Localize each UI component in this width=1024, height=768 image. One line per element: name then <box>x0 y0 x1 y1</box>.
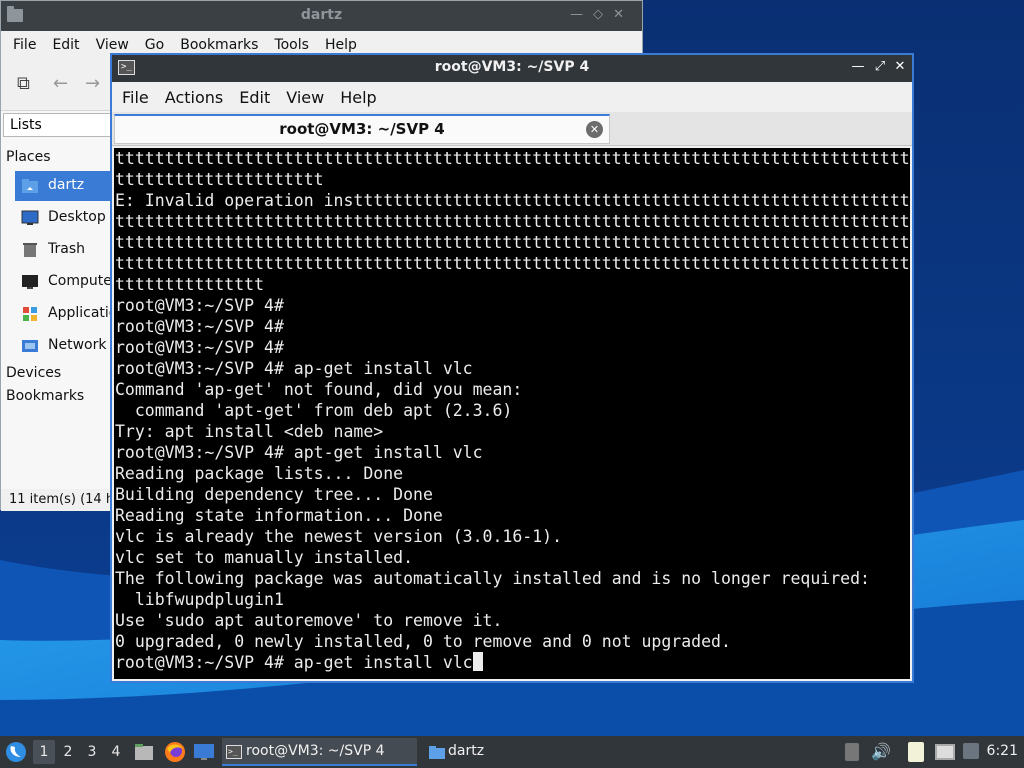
forward-arrow-icon[interactable]: → <box>85 73 100 94</box>
terminal-icon: >_ <box>226 745 242 759</box>
terminal-line: root@VM3:~/SVP 4# ap-get install vlc <box>115 359 473 378</box>
terminal-line: Try: apt install <deb name> <box>115 422 384 441</box>
menu-actions[interactable]: Actions <box>157 82 231 112</box>
terminal-line: Use 'sudo apt autoremove' to remove it. <box>115 611 503 630</box>
terminal-line: Reading state information... Done <box>115 506 443 525</box>
task-terminal[interactable]: >_ root@VM3: ~/SVP 4 <box>222 738 417 766</box>
network-icon <box>22 340 38 352</box>
menu-file[interactable]: File <box>114 82 157 112</box>
terminal-line: command 'apt-get' from deb apt (2.3.6) <box>115 401 513 420</box>
place-item-desktop[interactable]: Desktop <box>15 203 115 233</box>
bookmarks-header: Bookmarks <box>6 388 85 404</box>
terminal-line: tttttttttttttttttttttttttttttttttttttttt… <box>115 149 910 168</box>
status-bar: 11 item(s) (14 h <box>1 489 113 511</box>
terminal-output[interactable]: tttttttttttttttttttttttttttttttttttttttt… <box>114 148 910 679</box>
trash-icon <box>23 243 37 257</box>
terminal-lines: tttttttttttttttttttttttttttttttttttttttt… <box>114 148 910 673</box>
show-desktop-icon[interactable] <box>193 743 215 761</box>
minimize-button[interactable]: — <box>850 59 866 75</box>
terminal-titlebar[interactable]: >_ root@VM3: ~/SVP 4 — ⤢ ✕ <box>112 55 912 82</box>
terminal-line: tttttttttttttttttttttttttttttttttttttttt… <box>115 254 910 273</box>
terminal-line: ttttttttttttttttttttt <box>115 170 324 189</box>
text-cursor <box>472 652 483 671</box>
place-label: Desktop <box>48 209 106 225</box>
place-item-dartz[interactable]: dartz <box>15 171 115 201</box>
place-label: Applications <box>48 305 115 321</box>
devices-header: Devices <box>6 365 62 381</box>
terminal-line: Building dependency tree... Done <box>115 485 433 504</box>
place-item-computer[interactable]: Computer <box>15 267 115 297</box>
menu-view[interactable]: View <box>278 82 332 112</box>
terminal-line: tttttttttttttttttttttttttttttttttttttttt… <box>115 233 910 252</box>
terminal-line: root@VM3:~/SVP 4# <box>115 317 284 336</box>
place-item-network[interactable]: Network <box>15 331 115 361</box>
workspace-2[interactable]: 2 <box>57 740 79 764</box>
taskbar: 1 2 3 4 >_ root@VM3: ~/SVP 4 dartz 🔊 6:2… <box>0 736 1024 768</box>
workspace-3[interactable]: 3 <box>81 740 103 764</box>
close-button[interactable]: ✕ <box>892 59 908 75</box>
terminal-menubar: File Actions Edit View Help <box>112 82 912 112</box>
place-label: Computer <box>48 273 115 289</box>
volume-icon[interactable]: 🔊 <box>871 742 891 761</box>
place-label: Network <box>48 337 107 353</box>
terminal-line: Command 'ap-get' not found, did you mean… <box>115 380 523 399</box>
maximize-button[interactable]: ⤢ <box>872 59 888 75</box>
terminal-prompt-line[interactable]: root@VM3:~/SVP 4# ap-get install vlc <box>115 653 473 672</box>
menu-edit[interactable]: Edit <box>44 31 87 59</box>
firefox-icon[interactable] <box>164 741 186 763</box>
terminal-tab[interactable]: root@VM3: ~/SVP 4 ✕ <box>114 114 610 144</box>
terminal-line: root@VM3:~/SVP 4# <box>115 338 284 357</box>
terminal-line: 0 upgraded, 0 newly installed, 0 to remo… <box>115 632 731 651</box>
place-item-applications[interactable]: Applications <box>15 299 115 329</box>
menu-file[interactable]: File <box>5 31 44 59</box>
terminal-line: vlc is already the newest version (3.0.1… <box>115 527 563 546</box>
terminal-line: root@VM3:~/SVP 4# apt-get install vlc <box>115 443 483 462</box>
desktop-icon <box>21 210 39 225</box>
place-label: Trash <box>48 241 85 257</box>
places-header: Places <box>6 149 51 165</box>
clock[interactable]: 6:21 <box>987 743 1018 759</box>
task-label: dartz <box>448 743 485 759</box>
terminal-tab-label: root@VM3: ~/SVP 4 <box>279 120 445 138</box>
terminal-line: vlc set to manually installed. <box>115 548 414 567</box>
terminal-line: E: Invalid operation instttttttttttttttt… <box>115 191 910 210</box>
new-tab-icon[interactable]: ⧉ <box>17 73 30 94</box>
terminal-line: tttttttttttttttttttttttttttttttttttttttt… <box>115 212 910 231</box>
task-file-manager[interactable]: dartz <box>424 738 619 766</box>
file-manager-launcher-icon[interactable] <box>134 742 154 762</box>
folder-icon <box>429 746 445 759</box>
notifications-icon[interactable] <box>963 743 979 759</box>
close-tab-icon[interactable]: ✕ <box>586 121 603 138</box>
side-pane: Lists Places dartz Desktop Trash Compute… <box>1 111 115 489</box>
removable-drive-icon[interactable] <box>845 743 859 761</box>
task-label: root@VM3: ~/SVP 4 <box>246 743 385 759</box>
window-buttons[interactable]: —◇✕ <box>570 7 634 22</box>
terminal-tabbar: root@VM3: ~/SVP 4 ✕ <box>112 112 912 146</box>
side-pane-mode-select[interactable]: Lists <box>3 113 115 137</box>
terminal-line: root@VM3:~/SVP 4# <box>115 296 284 315</box>
terminal-line: The following package was automatically … <box>115 569 870 588</box>
place-label: dartz <box>48 177 85 193</box>
menu-help[interactable]: Help <box>332 82 384 112</box>
terminal-window: >_ root@VM3: ~/SVP 4 — ⤢ ✕ File Actions … <box>110 53 914 683</box>
menu-edit[interactable]: Edit <box>231 82 278 112</box>
terminal-title: root@VM3: ~/SVP 4 <box>434 59 590 75</box>
workspace-1[interactable]: 1 <box>33 740 55 764</box>
home-folder-icon <box>22 179 38 193</box>
workspace-4[interactable]: 4 <box>105 740 127 764</box>
terminal-line: ttttttttttttttt <box>115 275 265 294</box>
file-manager-title: dartz <box>300 7 343 23</box>
file-manager-titlebar[interactable]: dartz —◇✕ <box>1 1 642 31</box>
applications-icon <box>23 307 37 321</box>
terminal-line: Reading package lists... Done <box>115 464 404 483</box>
back-arrow-icon[interactable]: ← <box>53 73 68 94</box>
place-item-trash[interactable]: Trash <box>15 235 115 265</box>
network-status-icon[interactable] <box>935 744 955 760</box>
start-menu-icon[interactable] <box>5 741 27 763</box>
computer-icon <box>22 275 38 289</box>
clipboard-icon[interactable] <box>908 742 924 762</box>
terminal-line: libfwupdplugin1 <box>115 590 284 609</box>
